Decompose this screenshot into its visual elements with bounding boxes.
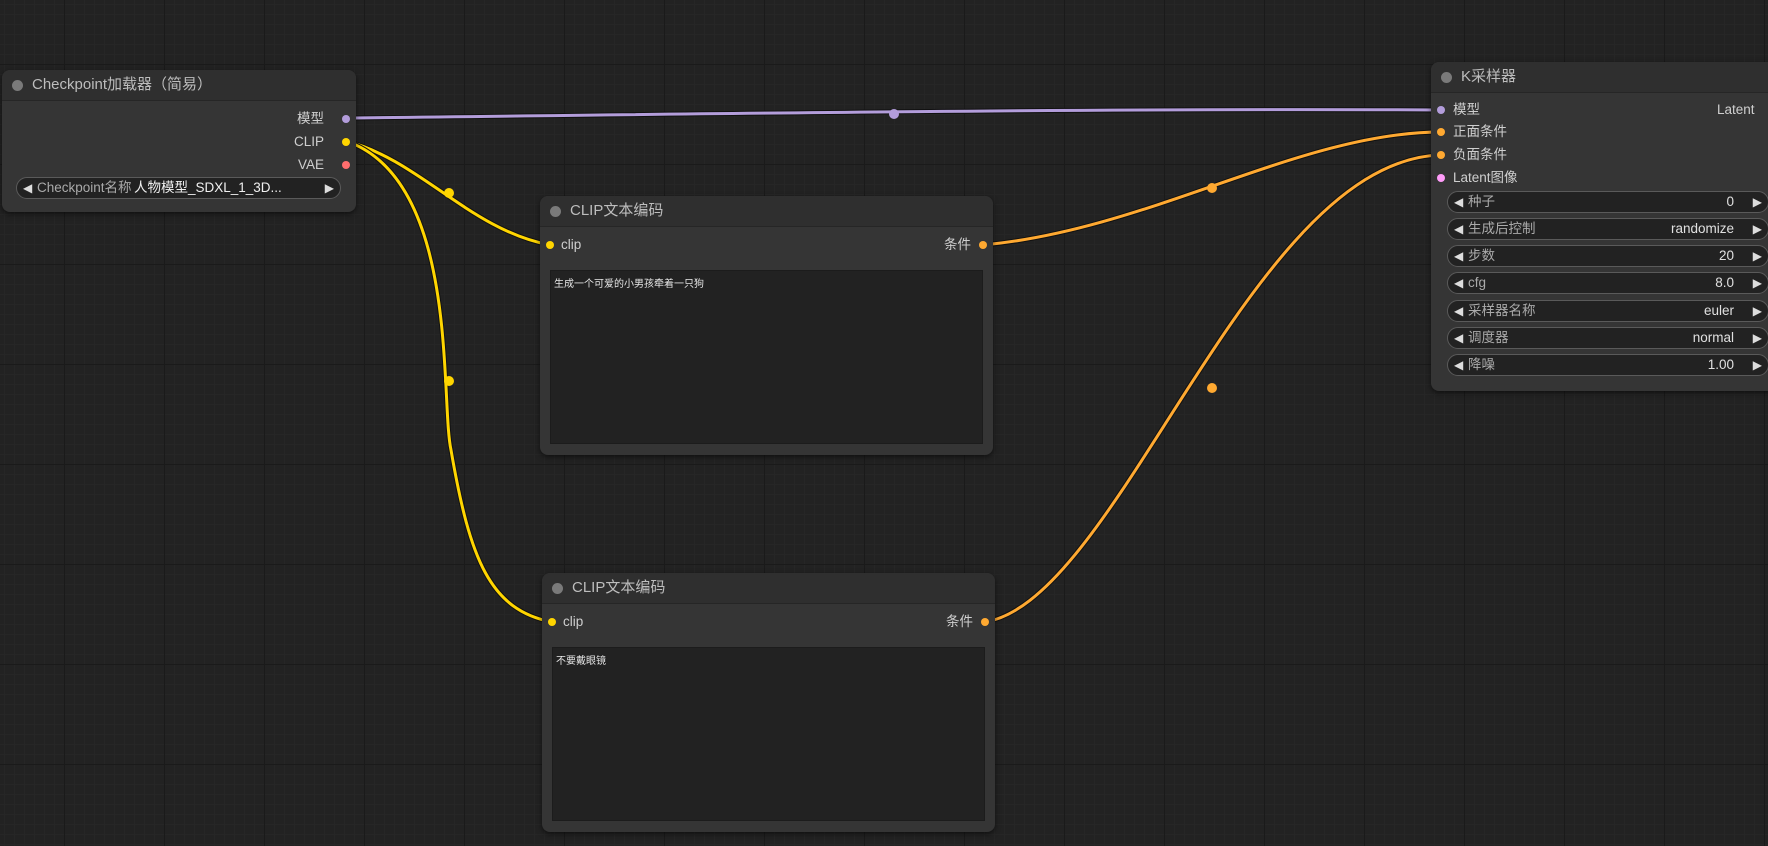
- widget-value: normal: [1692, 330, 1734, 345]
- widget-name: 种子: [1468, 194, 1495, 209]
- prompt-textarea[interactable]: 生成一个可爱的小男孩牵着一只狗: [550, 270, 983, 444]
- output-label-latent: Latent: [1717, 102, 1755, 117]
- node-title-bar[interactable]: CLIP文本编码: [540, 196, 993, 227]
- output-slot-conditioning-icon[interactable]: [979, 241, 987, 249]
- input-label-model: 模型: [1453, 102, 1480, 117]
- node-title-bar[interactable]: K采样器: [1431, 62, 1768, 93]
- node-title: Checkpoint加载器（简易）: [32, 76, 213, 93]
- ksampler-node[interactable]: K采样器 模型 Latent 正面条件 负面条件 Latent图像 ◀ 种子 0…: [1431, 62, 1768, 391]
- widget-value: euler: [1703, 303, 1734, 318]
- increment-arrow-icon[interactable]: ▶: [1753, 246, 1762, 266]
- node-title-bar[interactable]: CLIP文本编码: [542, 573, 995, 604]
- widget-name: cfg: [1468, 275, 1487, 290]
- clip-text-encode-positive-node[interactable]: CLIP文本编码 clip 条件 生成一个可爱的小男孩牵着一只狗: [540, 196, 993, 455]
- widget-value: 0: [1726, 194, 1734, 209]
- widget-name: 采样器名称: [1468, 303, 1536, 318]
- input-slot-positive-icon[interactable]: [1437, 128, 1445, 136]
- link-midpoint-clip-positive[interactable]: [444, 188, 454, 198]
- input-label-clip: clip: [563, 614, 584, 629]
- input-slot-latent-image-icon[interactable]: [1437, 174, 1445, 182]
- steps-widget[interactable]: ◀ 步数 20 ▶: [1447, 245, 1768, 267]
- widget-name: 调度器: [1468, 330, 1509, 345]
- widget-name: 步数: [1468, 248, 1495, 263]
- link-midpoint-positive-cond[interactable]: [1207, 183, 1217, 193]
- output-label-conditioning: 条件: [946, 614, 973, 629]
- denoise-widget[interactable]: ◀ 降噪 1.00 ▶: [1447, 354, 1768, 376]
- input-slot-clip-icon[interactable]: [546, 241, 554, 249]
- decrement-arrow-icon[interactable]: ◀: [1454, 328, 1463, 348]
- cfg-widget[interactable]: ◀ cfg 8.0 ▶: [1447, 272, 1768, 294]
- decrement-arrow-icon[interactable]: ◀: [1454, 192, 1463, 212]
- output-label-vae: VAE: [297, 157, 324, 172]
- control-after-generate-widget[interactable]: ◀ 生成后控制 randomize ▶: [1447, 218, 1768, 240]
- node-title-bar[interactable]: Checkpoint加载器（简易）: [2, 70, 356, 101]
- scheduler-widget[interactable]: ◀ 调度器 normal ▶: [1447, 327, 1768, 349]
- node-title: CLIP文本编码: [570, 202, 664, 219]
- decrement-arrow-icon[interactable]: ◀: [1454, 355, 1463, 375]
- seed-widget[interactable]: ◀ 种子 0 ▶: [1447, 191, 1768, 213]
- prompt-textarea[interactable]: 不要戴眼镜: [552, 647, 985, 821]
- sampler-name-widget[interactable]: ◀ 采样器名称 euler ▶: [1447, 300, 1768, 322]
- checkpoint-name-combo[interactable]: ◀ Checkpoint名称 人物模型_SDXL_1_3D... ▶: [16, 177, 341, 199]
- input-label-latent-image: Latent图像: [1453, 170, 1518, 185]
- input-label-positive: 正面条件: [1453, 124, 1507, 139]
- increment-arrow-icon[interactable]: ▶: [1753, 192, 1762, 212]
- input-slot-clip-icon[interactable]: [548, 618, 556, 626]
- output-slot-model-icon[interactable]: [342, 115, 350, 123]
- output-label-clip: CLIP: [293, 134, 324, 149]
- output-slot-clip-icon[interactable]: [342, 138, 350, 146]
- increment-arrow-icon[interactable]: ▶: [1753, 273, 1762, 293]
- widget-value: 8.0: [1715, 275, 1734, 290]
- decrement-arrow-icon[interactable]: ◀: [1454, 219, 1463, 239]
- increment-arrow-icon[interactable]: ▶: [1753, 301, 1762, 321]
- input-label-negative: 负面条件: [1453, 147, 1507, 162]
- decrement-arrow-icon[interactable]: ◀: [1454, 273, 1463, 293]
- node-title: K采样器: [1461, 68, 1517, 85]
- input-label-clip: clip: [561, 237, 582, 252]
- widget-name: 生成后控制: [1468, 221, 1536, 236]
- input-slot-negative-icon[interactable]: [1437, 151, 1445, 159]
- collapse-dot-icon[interactable]: [12, 80, 23, 91]
- widget-value: randomize: [1670, 221, 1734, 236]
- link-midpoint-clip-negative[interactable]: [444, 376, 454, 386]
- decrement-arrow-icon[interactable]: ◀: [1454, 246, 1463, 266]
- increment-arrow-icon[interactable]: ▶: [325, 178, 334, 198]
- increment-arrow-icon[interactable]: ▶: [1753, 355, 1762, 375]
- widget-value: 20: [1718, 248, 1734, 263]
- collapse-dot-icon[interactable]: [550, 206, 561, 217]
- checkpoint-loader-node[interactable]: Checkpoint加载器（简易） 模型 CLIP VAE ◀ Checkpoi…: [2, 70, 356, 212]
- link-midpoint-model[interactable]: [889, 109, 899, 119]
- widget-value: 人物模型_SDXL_1_3D...: [134, 180, 282, 195]
- increment-arrow-icon[interactable]: ▶: [1753, 328, 1762, 348]
- output-label-conditioning: 条件: [944, 237, 971, 252]
- decrement-arrow-icon[interactable]: ◀: [23, 178, 32, 198]
- output-slot-vae-icon[interactable]: [342, 161, 350, 169]
- node-title: CLIP文本编码: [572, 579, 666, 596]
- increment-arrow-icon[interactable]: ▶: [1753, 219, 1762, 239]
- decrement-arrow-icon[interactable]: ◀: [1454, 301, 1463, 321]
- link-midpoint-negative-cond[interactable]: [1207, 383, 1217, 393]
- widget-value: 1.00: [1707, 357, 1734, 372]
- collapse-dot-icon[interactable]: [552, 583, 563, 594]
- clip-text-encode-negative-node[interactable]: CLIP文本编码 clip 条件 不要戴眼镜: [542, 573, 995, 832]
- widget-name: Checkpoint名称: [37, 180, 132, 195]
- input-slot-model-icon[interactable]: [1437, 106, 1445, 114]
- output-label-model: 模型: [297, 111, 324, 126]
- output-slot-conditioning-icon[interactable]: [981, 618, 989, 626]
- collapse-dot-icon[interactable]: [1441, 72, 1452, 83]
- widget-name: 降噪: [1468, 357, 1495, 372]
